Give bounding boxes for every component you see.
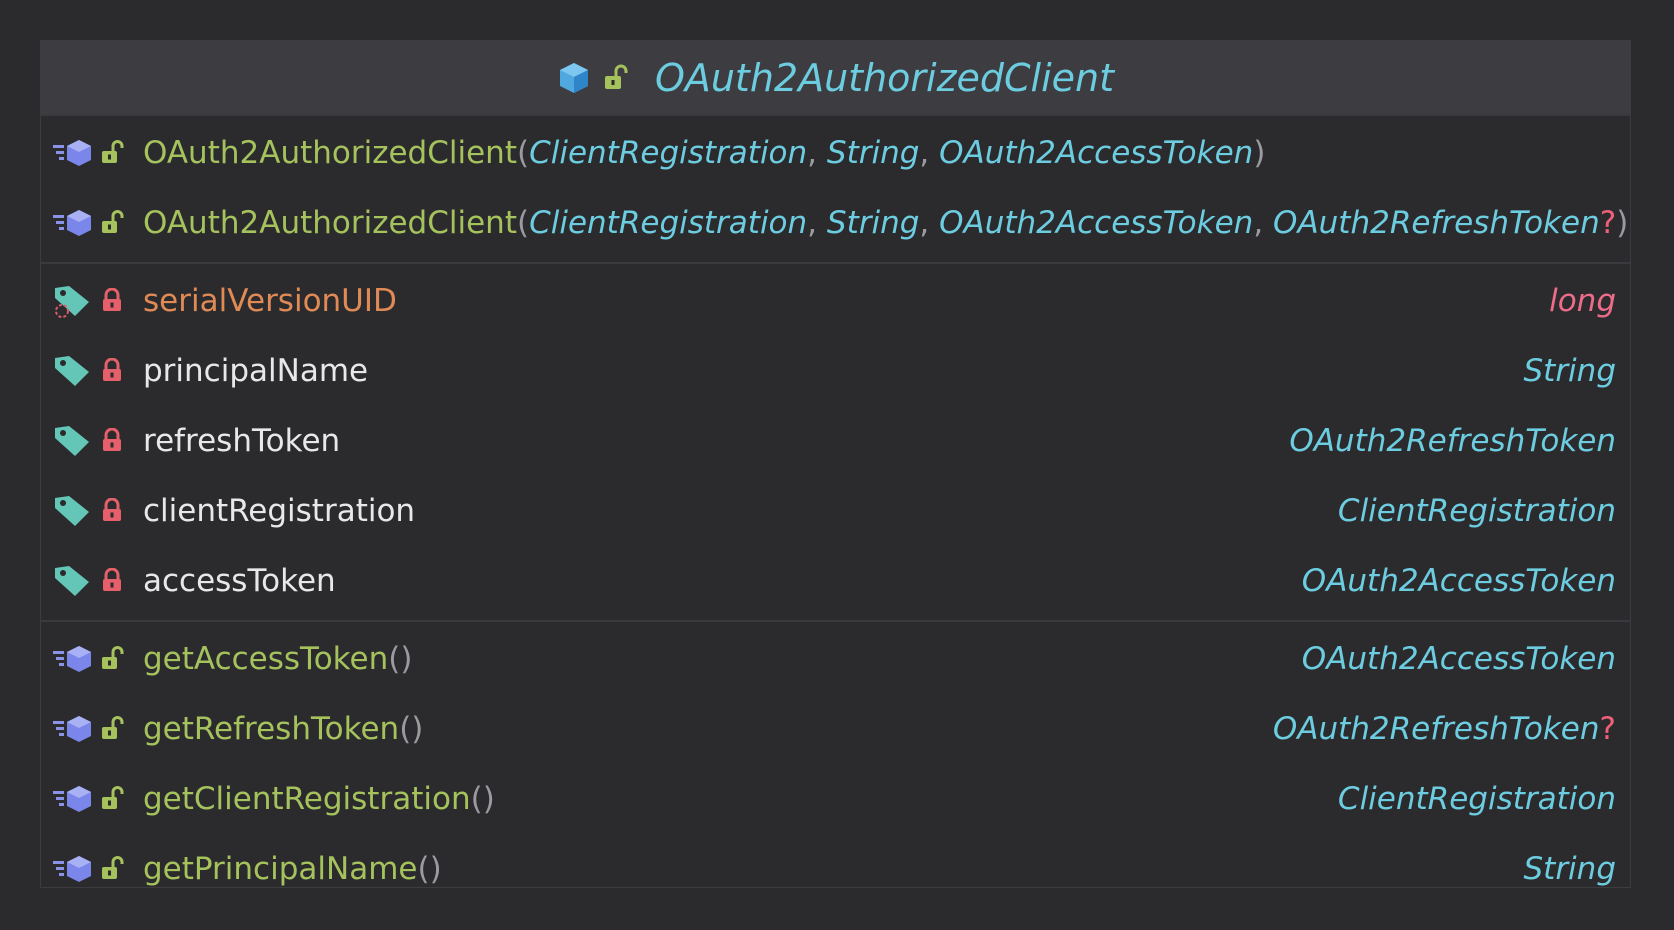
param-type: OAuth2AccessToken: [939, 135, 1254, 171]
public-unlock-icon: [101, 784, 127, 814]
method-name: getClientRegistration: [143, 781, 471, 817]
nullable-mark: ?: [1599, 205, 1617, 241]
field-name: accessToken: [143, 563, 336, 599]
constructor-row[interactable]: OAuth2AuthorizedClient(ClientRegistratio…: [41, 118, 1630, 188]
field-row[interactable]: refreshToken OAuth2RefreshToken: [41, 406, 1630, 476]
public-unlock-icon: [101, 644, 127, 674]
field-tag-icon: [53, 495, 95, 527]
method-row[interactable]: getAccessToken() OAuth2AccessToken: [41, 624, 1630, 694]
method-icon: [53, 207, 95, 239]
method-name: getAccessToken: [143, 641, 389, 677]
method-row[interactable]: getRefreshToken() OAuth2RefreshToken?: [41, 694, 1630, 764]
method-icon: [53, 713, 95, 745]
private-lock-icon: [101, 356, 127, 386]
field-type: OAuth2RefreshToken: [1289, 423, 1616, 459]
method-icon: [53, 853, 95, 885]
field-type: String: [1523, 353, 1616, 389]
method-row[interactable]: getPrincipalName() String: [41, 834, 1630, 904]
return-type: ClientRegistration: [1337, 781, 1616, 817]
methods-section: getAccessToken() OAuth2AccessToken getRe…: [41, 620, 1630, 908]
param-type: ClientRegistration: [529, 205, 808, 241]
constructor-signature: OAuth2AuthorizedClient(ClientRegistratio…: [143, 205, 1629, 241]
fields-section: serialVersionUID long principalName Stri…: [41, 262, 1630, 620]
class-header[interactable]: OAuth2AuthorizedClient: [41, 41, 1630, 114]
field-row[interactable]: accessToken OAuth2AccessToken: [41, 546, 1630, 616]
field-name: principalName: [143, 353, 369, 389]
class-icon: [557, 61, 591, 95]
private-lock-icon: [101, 286, 127, 316]
param-type: OAuth2RefreshToken: [1273, 205, 1600, 241]
method-icon: [53, 783, 95, 815]
field-row[interactable]: principalName String: [41, 336, 1630, 406]
constructor-row[interactable]: OAuth2AuthorizedClient(ClientRegistratio…: [41, 188, 1630, 258]
constructors-section: OAuth2AuthorizedClient(ClientRegistratio…: [41, 114, 1630, 262]
method-row[interactable]: getClientRegistration() ClientRegistrati…: [41, 764, 1630, 834]
method-icon: [53, 137, 95, 169]
field-type: long: [1549, 283, 1616, 319]
return-type: String: [1523, 851, 1616, 887]
private-lock-icon: [101, 426, 127, 456]
field-row[interactable]: clientRegistration ClientRegistration: [41, 476, 1630, 546]
public-unlock-icon: [101, 138, 127, 168]
param-type: OAuth2AccessToken: [939, 205, 1254, 241]
method-name: getRefreshToken: [143, 711, 400, 747]
field-tag-icon: [53, 355, 95, 387]
nullable-mark: ?: [1599, 711, 1616, 747]
public-unlock-icon: [101, 714, 127, 744]
method-icon: [53, 643, 95, 675]
field-tag-icon: [53, 425, 95, 457]
return-type: OAuth2AccessToken: [1301, 641, 1616, 677]
param-type: ClientRegistration: [529, 135, 808, 171]
public-unlock-icon: [101, 854, 127, 884]
private-lock-icon: [101, 496, 127, 526]
field-name: refreshToken: [143, 423, 341, 459]
field-type: ClientRegistration: [1337, 493, 1616, 529]
field-tag-icon: [53, 565, 95, 597]
param-type: String: [826, 205, 920, 241]
public-unlock-icon: [603, 64, 629, 92]
class-name: OAuth2AuthorizedClient: [654, 55, 1115, 100]
param-type: String: [826, 135, 920, 171]
constructor-signature: OAuth2AuthorizedClient(ClientRegistratio…: [143, 135, 1266, 171]
field-name: serialVersionUID: [143, 283, 397, 319]
method-name: getPrincipalName: [143, 851, 418, 887]
field-row[interactable]: serialVersionUID long: [41, 266, 1630, 336]
uml-class-card: OAuth2AuthorizedClient OAuth2AuthorizedC…: [40, 40, 1631, 888]
field-type: OAuth2AccessToken: [1301, 563, 1616, 599]
field-name: clientRegistration: [143, 493, 416, 529]
return-type: OAuth2RefreshToken?: [1272, 711, 1616, 747]
private-lock-icon: [101, 566, 127, 596]
public-unlock-icon: [101, 208, 127, 238]
static-field-tag-icon: [53, 285, 95, 318]
